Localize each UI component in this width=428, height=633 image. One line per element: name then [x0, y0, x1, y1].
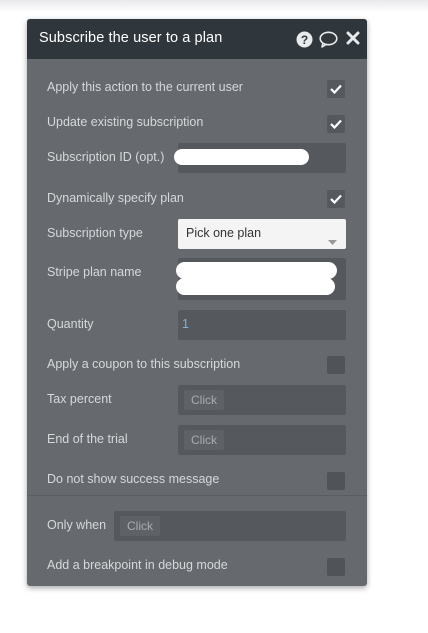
apply-coupon-label: Apply a coupon to this subscription	[47, 357, 241, 371]
tax-percent-label: Tax percent	[47, 392, 112, 406]
subscription-id-label: Subscription ID (opt.)	[47, 150, 165, 164]
svg-text:?: ?	[301, 33, 308, 47]
no-success-message-label: Do not show success message	[47, 472, 220, 486]
section-divider	[27, 495, 367, 496]
only-when-label: Only when	[47, 518, 107, 532]
quantity-value: 1	[182, 317, 189, 331]
apply-coupon-checkbox[interactable]	[327, 356, 345, 374]
breakpoint-checkbox[interactable]	[327, 558, 345, 576]
end-of-trial-label: End of the trial	[47, 432, 128, 446]
dynamic-plan-checkbox[interactable]	[327, 190, 345, 208]
page-top-shadow	[0, 0, 428, 12]
checkmark-icon	[330, 194, 342, 204]
dynamic-expression-chip[interactable]: Click	[184, 390, 224, 410]
panel-header: Subscribe the user to a plan ?	[27, 19, 367, 59]
comment-icon[interactable]	[319, 31, 338, 48]
only-when-field[interactable]: Click	[114, 511, 346, 541]
close-icon[interactable]	[346, 31, 363, 48]
help-icon[interactable]: ?	[296, 31, 313, 48]
condition-expression-chip[interactable]: Click	[120, 516, 160, 536]
update-existing-checkbox[interactable]	[327, 115, 345, 133]
action-properties-panel: Subscribe the user to a plan ? Apply thi…	[27, 19, 367, 586]
panel-title: Subscribe the user to a plan	[39, 30, 223, 46]
dynamic-plan-label: Dynamically specify plan	[47, 191, 184, 205]
quantity-label: Quantity	[47, 317, 94, 331]
chevron-down-icon	[328, 232, 337, 250]
apply-current-user-label: Apply this action to the current user	[47, 80, 243, 94]
subscription-type-selected: Pick one plan	[186, 226, 262, 240]
quantity-field[interactable]: 1	[178, 310, 346, 340]
subscription-type-dropdown[interactable]: Pick one plan	[178, 219, 346, 249]
dynamic-expression-chip[interactable]: Click	[184, 430, 224, 450]
update-existing-label: Update existing subscription	[47, 115, 204, 129]
stripe-plan-name-label: Stripe plan name	[47, 265, 142, 279]
redaction-mark	[176, 278, 335, 295]
subscription-type-label: Subscription type	[47, 226, 143, 240]
checkmark-icon	[330, 84, 342, 94]
breakpoint-label: Add a breakpoint in debug mode	[47, 558, 228, 572]
no-success-message-checkbox[interactable]	[327, 472, 345, 490]
redaction-mark	[174, 149, 309, 165]
end-of-trial-field[interactable]: Click	[178, 425, 346, 455]
redaction-mark	[176, 262, 337, 279]
apply-current-user-checkbox[interactable]	[327, 80, 345, 98]
checkmark-icon	[330, 119, 342, 129]
tax-percent-field[interactable]: Click	[178, 385, 346, 415]
